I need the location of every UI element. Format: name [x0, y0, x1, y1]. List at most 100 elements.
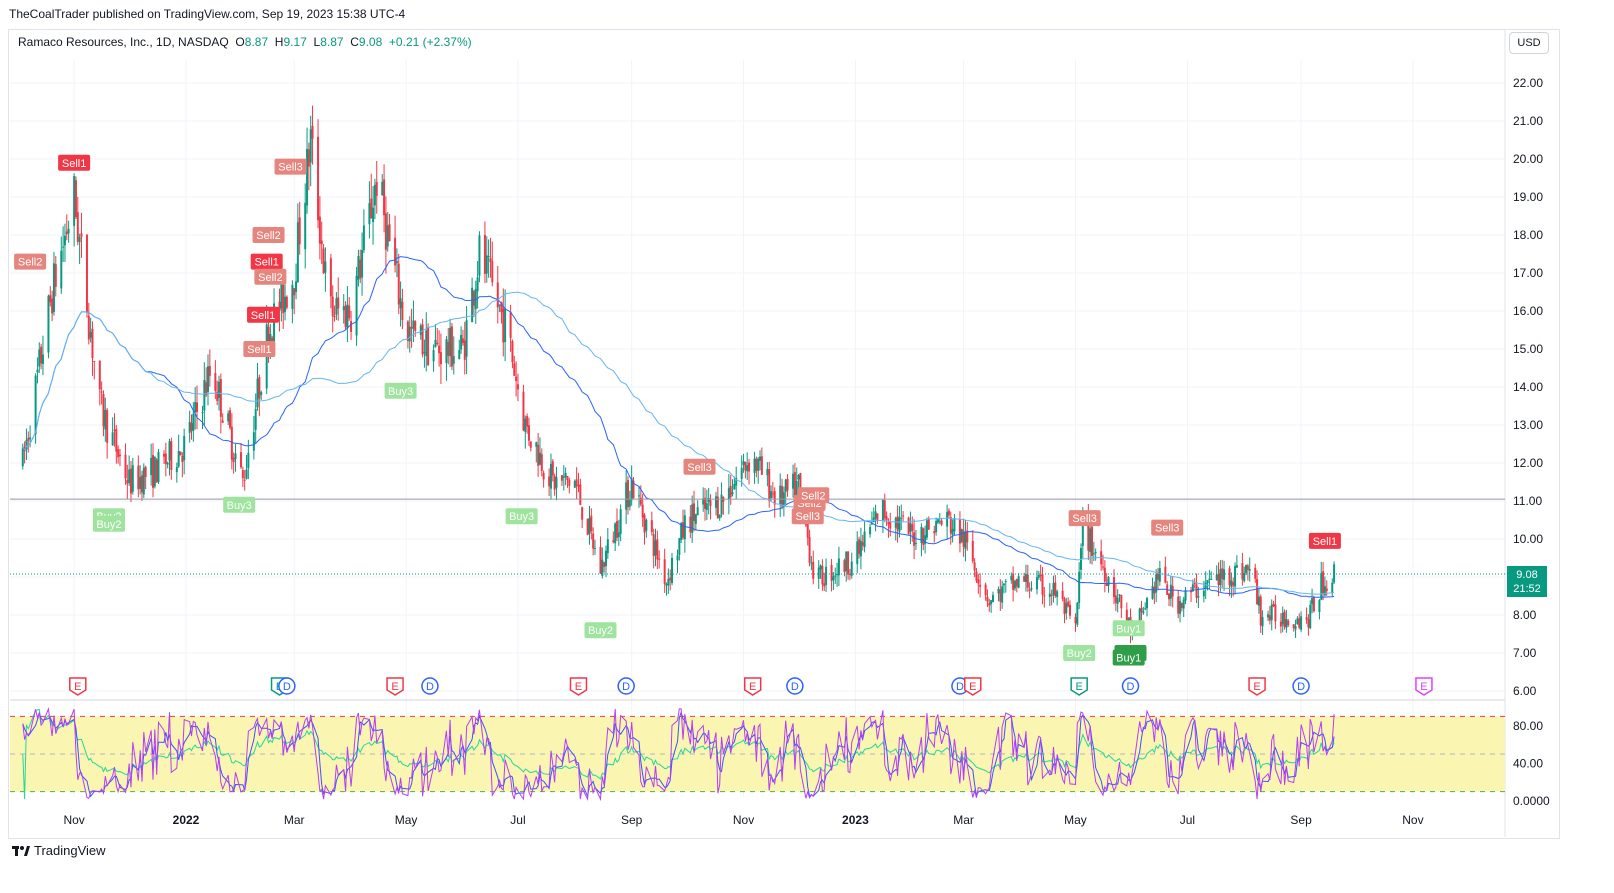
candle-body: [819, 565, 822, 570]
candle-body: [208, 366, 211, 376]
candle-body: [782, 492, 785, 505]
candle-body: [1241, 563, 1244, 580]
candle-body: [1267, 614, 1270, 618]
candle-body: [320, 240, 323, 245]
candle-body: [504, 308, 507, 343]
candle-body: [295, 281, 298, 292]
candle-body: [227, 413, 230, 422]
candle-body: [513, 363, 516, 376]
candle-body: [168, 441, 171, 461]
candle-body: [458, 349, 461, 360]
candle-body: [964, 532, 967, 549]
candle-body: [1311, 598, 1314, 605]
price-axis-label: 13.00: [1513, 418, 1543, 432]
candle-body: [579, 484, 582, 505]
candle-body: [909, 523, 912, 532]
candle-body: [773, 491, 776, 505]
candle-body: [284, 296, 287, 312]
signal-label-sell2: Sell2: [797, 487, 830, 504]
candle-body: [1318, 599, 1321, 613]
candle-body: [412, 320, 415, 329]
signal-label-buy1: Buy1: [1112, 649, 1145, 666]
candle-body: [252, 432, 255, 451]
candle-body: [423, 352, 426, 354]
candle-body: [463, 340, 466, 360]
candle-body: [1259, 596, 1262, 626]
tradingview-logo[interactable]: TradingView: [12, 843, 106, 858]
candle-body: [858, 539, 861, 554]
candle-body: [432, 350, 435, 362]
candle-body: [49, 295, 52, 303]
candle-body: [973, 562, 976, 571]
candle-body: [1294, 626, 1297, 630]
candle-body: [331, 296, 334, 317]
candle-body: [291, 284, 294, 309]
candle-body: [151, 455, 154, 488]
candle-body: [1056, 591, 1059, 598]
candle-body: [80, 233, 83, 237]
candle-body: [718, 514, 721, 519]
candle-body: [654, 540, 657, 556]
candle-body: [460, 335, 463, 350]
candle-body: [830, 564, 833, 582]
currency-button[interactable]: USD: [1509, 32, 1549, 54]
candle-body: [1002, 583, 1005, 586]
candle-body: [656, 539, 659, 560]
signal-text: Buy1: [1116, 623, 1141, 635]
signal-label-buy2: Buy2: [92, 515, 125, 532]
signal-text: Sell1: [247, 344, 271, 356]
candle-body: [162, 453, 165, 457]
candle-body: [637, 495, 640, 497]
candle-body: [551, 461, 554, 476]
candle-body: [1300, 616, 1303, 630]
candle-body: [1094, 552, 1097, 554]
candle-body: [604, 550, 607, 567]
candle-body: [529, 441, 532, 448]
candle-body: [1274, 604, 1277, 622]
candle-body: [439, 352, 442, 365]
candle-body: [1013, 580, 1016, 589]
price-axis-label: 7.00: [1513, 646, 1537, 660]
candle-body: [318, 216, 321, 244]
candle-body: [188, 421, 191, 433]
candle-body: [54, 264, 57, 287]
candle-body: [397, 263, 400, 305]
time-axis-label: Jul: [510, 813, 525, 827]
candle-body: [872, 517, 875, 523]
candle-body: [106, 409, 109, 443]
candle-body: [540, 454, 543, 472]
candle-body: [568, 480, 571, 486]
signal-label-buy3: Buy3: [384, 382, 417, 399]
candle-body: [427, 326, 430, 366]
candle-body: [1090, 526, 1093, 556]
candle-body: [1074, 617, 1077, 624]
candle-body: [359, 259, 362, 279]
candle-body: [1078, 571, 1081, 604]
candle-body: [1257, 596, 1260, 606]
candle-body: [1039, 575, 1042, 577]
time-axis-label: Sep: [1290, 813, 1312, 827]
signal-text: Sell2: [18, 257, 42, 269]
signal-label-buy3: Buy3: [223, 496, 256, 513]
candle-body: [850, 561, 853, 576]
price-axis-label: 17.00: [1513, 266, 1543, 280]
candle-body: [421, 324, 424, 355]
candle-body: [509, 311, 512, 338]
candle-body: [51, 298, 54, 314]
low-value: 8.87: [320, 35, 344, 49]
candle-body: [219, 379, 222, 417]
candle-body: [1283, 611, 1286, 627]
candle-body: [118, 454, 121, 457]
price-chart[interactable]: 22.00 21.00 20.00 19.00 18.00 17.00 16.00 15.00…: [0, 0, 1614, 893]
candle-body: [1177, 596, 1180, 614]
price-axis-label: 14.00: [1513, 380, 1543, 394]
candle-body: [885, 516, 888, 521]
high-value: 9.17: [283, 35, 307, 49]
candle-body: [900, 517, 903, 519]
last-price: 9.08: [1516, 569, 1538, 581]
event-letter: E: [391, 681, 398, 693]
candle-body: [436, 342, 439, 344]
candle-body: [669, 577, 672, 581]
candle-body: [1261, 616, 1264, 627]
candle-body: [311, 125, 314, 139]
